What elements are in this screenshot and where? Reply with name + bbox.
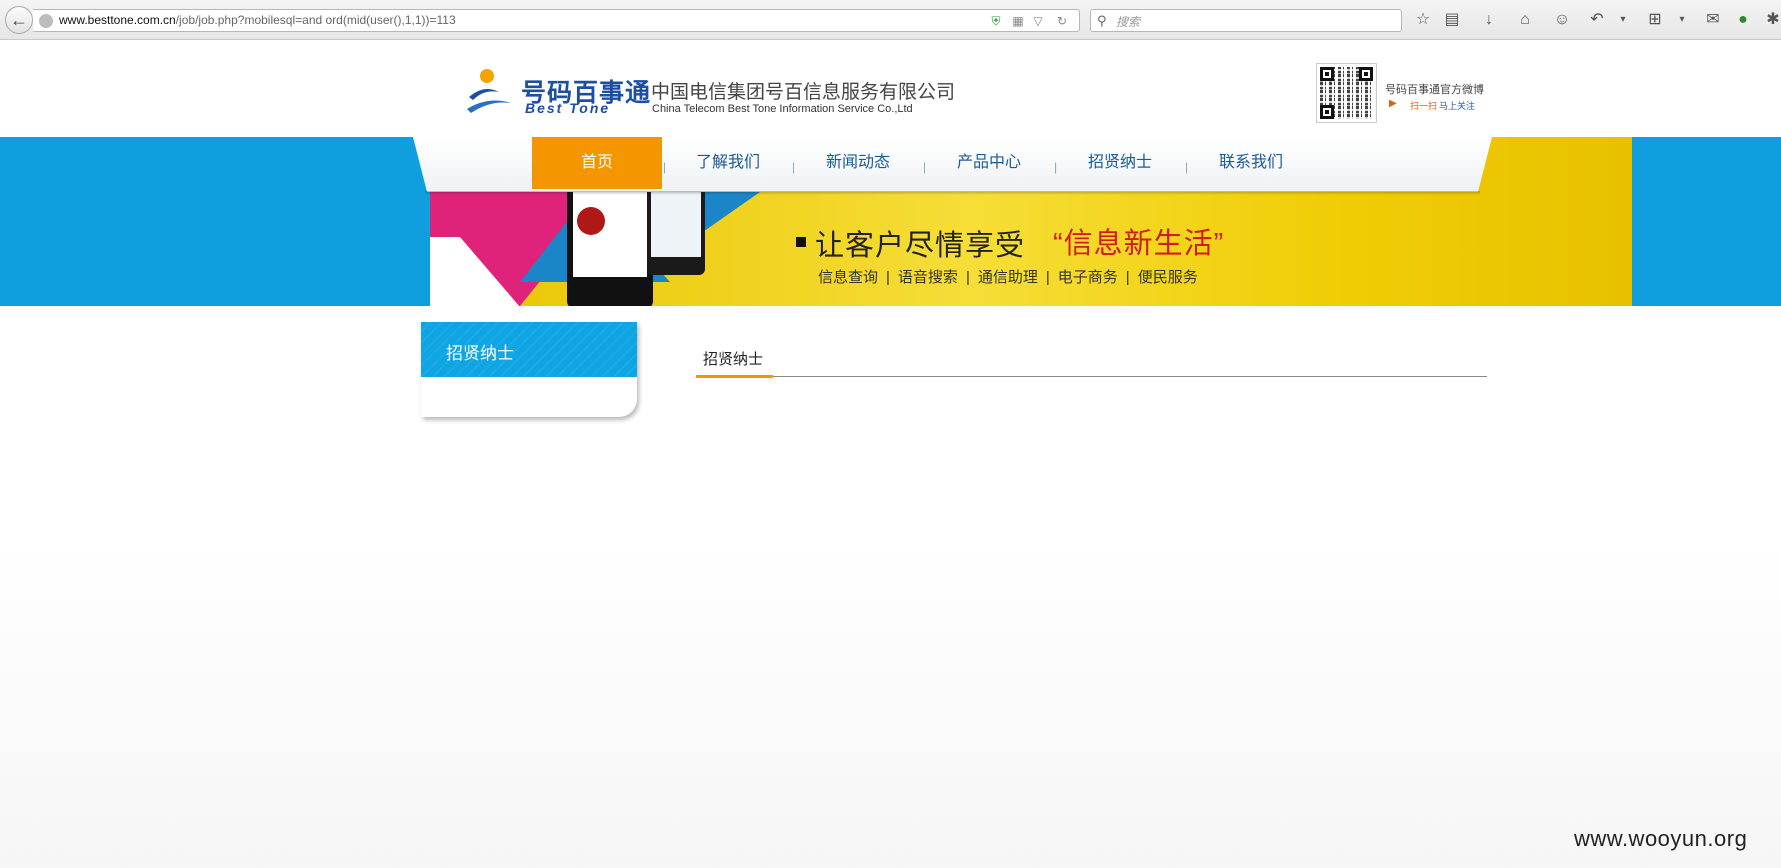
- play-icon: ▶: [1389, 98, 1397, 109]
- weibo-scan-text: 扫一扫: [1410, 101, 1438, 111]
- sidebar-title[interactable]: 招贤纳士: [446, 339, 514, 364]
- search-placeholder: 搜索: [1116, 15, 1141, 29]
- shield-icon[interactable]: ⛨: [989, 14, 1003, 28]
- banner-slogan: 让客户尽情享受: [815, 230, 1026, 262]
- extension-icon[interactable]: ●: [1733, 10, 1753, 30]
- service-item: 电子商务: [1057, 269, 1118, 286]
- chevron-down-icon[interactable]: ▾: [1672, 10, 1692, 30]
- page-title: 招贤纳士: [703, 351, 764, 368]
- service-item: 通信助理: [977, 269, 1038, 286]
- service-item: 语音搜索: [897, 269, 958, 286]
- dropdown-icon[interactable]: ▽: [1031, 14, 1045, 28]
- sidebar: 招贤纳士: [421, 322, 637, 417]
- menu-icon[interactable]: ✱: [1763, 10, 1781, 30]
- slogan-bullet-icon: [796, 237, 806, 247]
- reading-list-icon[interactable]: ▤: [1442, 10, 1462, 30]
- search-icon: ⚲: [1097, 13, 1107, 28]
- title-underline: [696, 375, 773, 378]
- url-text[interactable]: www.besttone.com.cn/job/job.php?mobilesq…: [59, 13, 456, 27]
- banner-slogan-quote: “信息新生活”: [1053, 228, 1225, 260]
- company-name-cn: 中国电信集团号百信息服务有限公司: [651, 82, 956, 103]
- title-divider: [696, 376, 1487, 377]
- nav-item-about[interactable]: 了解我们: [668, 137, 788, 189]
- crop-icon[interactable]: ⊞: [1645, 10, 1665, 30]
- company-name-en: China Telecom Best Tone Information Serv…: [652, 103, 913, 115]
- weibo-qr-code: [1316, 63, 1377, 123]
- undo-icon[interactable]: ↶: [1587, 10, 1607, 30]
- address-bar[interactable]: www.besttone.com.cn/job/job.php?mobilesq…: [33, 9, 1080, 32]
- globe-icon: [39, 14, 53, 28]
- browser-toolbar: ← www.besttone.com.cn/job/job.php?mobile…: [0, 0, 1781, 40]
- banner-services: 信息查询 | 语音搜索 | 通信助理 | 电子商务 | 便民服务: [818, 269, 1198, 286]
- nav-item-jobs[interactable]: 招贤纳士: [1060, 137, 1180, 189]
- sidebar-header: 招贤纳士: [421, 322, 637, 377]
- weibo-title: 号码百事通官方微博: [1385, 84, 1484, 96]
- comment-icon[interactable]: ✉: [1703, 10, 1723, 30]
- chat-icon[interactable]: ☺: [1552, 10, 1572, 30]
- nav-item-contact[interactable]: 联系我们: [1191, 137, 1311, 189]
- service-item: 信息查询: [818, 269, 879, 286]
- logo-subtitle: Best Tone: [525, 100, 611, 116]
- besttone-logo-icon: [467, 69, 511, 113]
- search-bar[interactable]: ⚲ 搜索: [1090, 9, 1402, 32]
- nav-item-news[interactable]: 新闻动态: [798, 137, 918, 189]
- nav-item-products[interactable]: 产品中心: [929, 137, 1049, 189]
- home-icon[interactable]: ⌂: [1515, 10, 1535, 30]
- weibo-follow-link[interactable]: 马上关注: [1439, 99, 1475, 112]
- reload-icon[interactable]: ↻: [1055, 14, 1069, 28]
- download-icon[interactable]: ↓: [1479, 10, 1499, 30]
- chevron-down-icon[interactable]: ▾: [1613, 10, 1633, 30]
- nav-item-home[interactable]: 首页: [532, 137, 662, 189]
- qr-icon[interactable]: ▦: [1011, 14, 1025, 28]
- bookmark-star-icon[interactable]: ☆: [1413, 10, 1433, 30]
- watermark: www.wooyun.org: [1574, 826, 1748, 851]
- back-arrow-icon[interactable]: ←: [5, 6, 33, 34]
- service-item: 便民服务: [1137, 269, 1198, 286]
